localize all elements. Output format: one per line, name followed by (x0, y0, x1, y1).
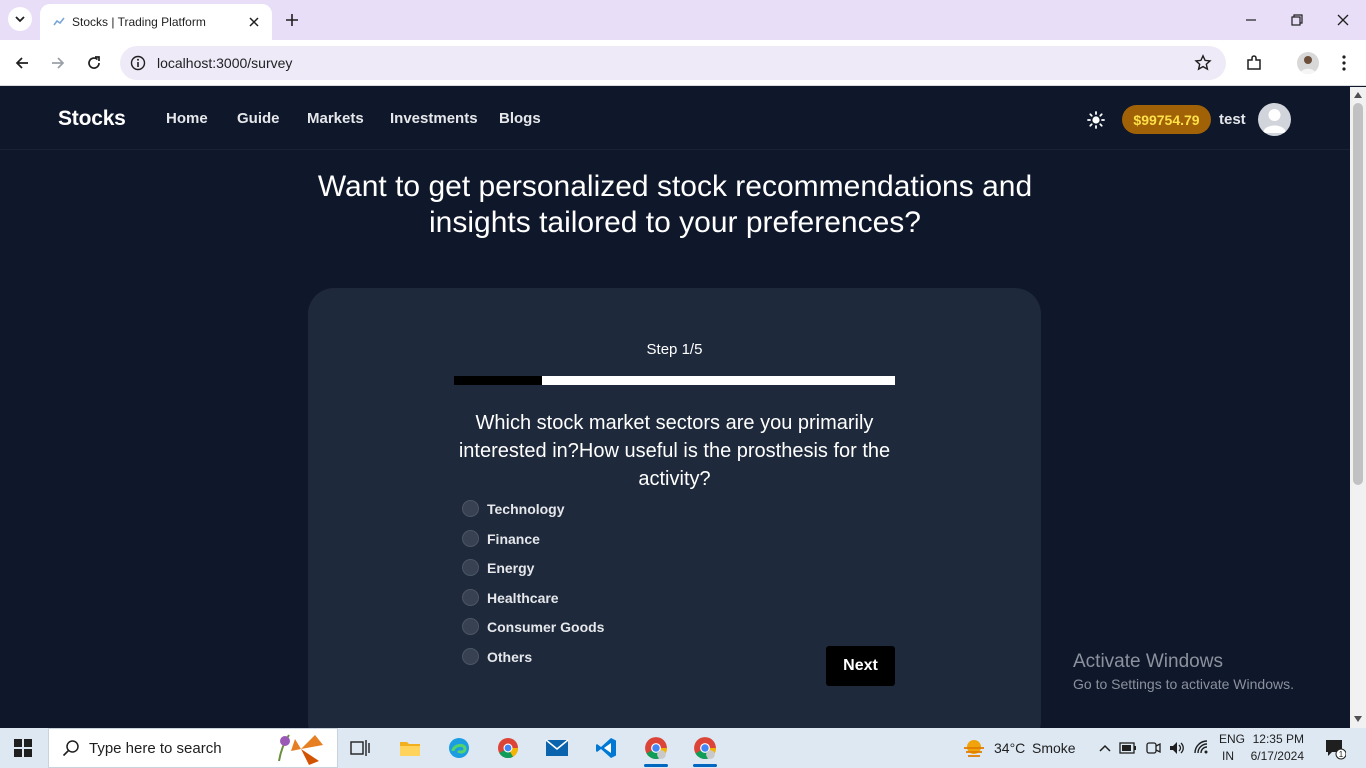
step-indicator: Step 1/5 (646, 341, 703, 358)
radio-button[interactable] (462, 530, 479, 547)
option-healthcare[interactable]: Healthcare (462, 589, 559, 606)
clock-date: 6/17/2024 (1250, 749, 1304, 763)
option-energy[interactable]: Energy (462, 559, 534, 576)
option-finance[interactable]: Finance (462, 530, 540, 547)
radio-button[interactable] (462, 500, 479, 517)
tab-title: Stocks | Trading Platform (72, 15, 206, 29)
input-language-indicator[interactable]: ENG IN (1219, 731, 1245, 765)
option-label: Others (487, 648, 533, 665)
balance-badge: $99754.79 (1122, 105, 1211, 134)
radio-button[interactable] (462, 618, 479, 635)
notification-center-icon[interactable]: 1 (1324, 738, 1347, 760)
close-tab-icon[interactable] (246, 14, 262, 30)
scroll-up-arrow-icon[interactable] (1354, 91, 1362, 99)
scroll-down-arrow-icon[interactable] (1354, 715, 1362, 723)
windows-start-icon[interactable] (14, 739, 32, 757)
survey-question: Which stock market sectors are you prima… (458, 412, 891, 490)
site-navbar: Stocks Home Guide Markets Investments Bl… (0, 87, 1350, 150)
page-scrollbar[interactable] (1350, 87, 1366, 728)
browser-tab-active[interactable]: Stocks | Trading Platform (40, 4, 272, 40)
system-clock[interactable]: 12:35 PM 6/17/2024 (1244, 731, 1304, 765)
meet-now-icon[interactable] (1144, 739, 1162, 757)
progress-bar (454, 376, 895, 385)
nav-link-markets[interactable]: Markets (307, 110, 364, 127)
radio-button[interactable] (462, 648, 479, 665)
option-consumer-goods[interactable]: Consumer Goods (462, 618, 604, 635)
language-code: ENG (1219, 732, 1246, 746)
volume-icon[interactable] (1168, 739, 1186, 757)
username-label[interactable]: test (1219, 111, 1246, 128)
vscode-icon[interactable] (586, 732, 626, 764)
app-favicon-icon (53, 17, 65, 26)
browser-tab-strip: Stocks | Trading Platform (0, 0, 1366, 40)
user-avatar-icon[interactable] (1258, 103, 1291, 136)
butterfly-search-highlight-icon (278, 734, 323, 765)
chrome-icon[interactable] (488, 732, 528, 764)
watermark-subtitle: Go to Settings to activate Windows. (1073, 676, 1294, 692)
option-label: Healthcare (487, 589, 559, 606)
address-bar[interactable]: localhost:3000/survey (120, 46, 1226, 80)
survey-card: Step 1/5 Which stock market sectors are … (308, 288, 1041, 728)
url-text: localhost:3000/survey (157, 55, 293, 71)
taskbar-search-box[interactable]: Type here to search (48, 728, 338, 768)
windows-taskbar: Type here to search 34°C Smoke ENG IN 12… (0, 728, 1366, 768)
region-code: IN (1222, 749, 1234, 763)
search-placeholder: Type here to search (89, 739, 222, 757)
forward-arrow-icon[interactable] (46, 51, 70, 75)
weather-temperature[interactable]: 34°C (994, 740, 1025, 756)
activate-windows-watermark: Activate Windows Go to Settings to activ… (1073, 651, 1294, 692)
edge-browser-icon[interactable] (439, 732, 479, 764)
page-title: Want to get personalized stock recommend… (317, 170, 1033, 239)
weather-haze-icon[interactable] (962, 739, 986, 757)
option-others[interactable]: Others (462, 648, 532, 665)
option-label: Finance (487, 530, 540, 547)
browser-menu-icon[interactable] (1332, 51, 1356, 75)
reload-icon[interactable] (82, 51, 106, 75)
brand-logo[interactable]: Stocks (58, 107, 126, 131)
nav-link-blogs[interactable]: Blogs (499, 110, 541, 127)
site-info-icon[interactable] (128, 53, 148, 73)
nav-link-home[interactable]: Home (166, 110, 208, 127)
bookmark-star-icon[interactable] (1192, 52, 1214, 74)
battery-icon[interactable] (1119, 739, 1137, 757)
back-arrow-icon[interactable] (10, 51, 34, 75)
search-icon (61, 738, 81, 758)
browser-profile-avatar[interactable] (1297, 52, 1319, 74)
radio-button[interactable] (462, 559, 479, 576)
page-viewport: Stocks Home Guide Markets Investments Bl… (0, 87, 1350, 728)
mail-icon[interactable] (537, 732, 577, 764)
minimize-window-icon[interactable] (1228, 0, 1274, 40)
show-hidden-icons-chevron-icon[interactable] (1096, 739, 1114, 757)
nav-link-investments[interactable]: Investments (390, 110, 478, 127)
browser-toolbar: localhost:3000/survey (0, 40, 1366, 86)
option-technology[interactable]: Technology (462, 500, 565, 517)
weather-condition[interactable]: Smoke (1032, 740, 1076, 756)
extensions-puzzle-icon[interactable] (1242, 51, 1266, 75)
tab-search-dropdown-icon[interactable] (8, 7, 32, 31)
file-explorer-icon[interactable] (390, 732, 430, 764)
clock-time: 12:35 PM (1252, 732, 1304, 746)
watermark-title: Activate Windows (1073, 651, 1223, 672)
option-label: Consumer Goods (487, 618, 605, 635)
option-label: Technology (487, 500, 565, 517)
next-button[interactable]: Next (826, 646, 895, 686)
nav-link-guide[interactable]: Guide (237, 110, 280, 127)
task-view-icon[interactable] (340, 732, 380, 764)
new-tab-icon[interactable] (282, 10, 302, 30)
chrome-window-2-icon[interactable] (685, 732, 725, 767)
radio-button[interactable] (462, 589, 479, 606)
progress-bar-fill (454, 376, 543, 385)
notification-count: 1 (1339, 750, 1344, 759)
sun-icon[interactable] (1085, 109, 1107, 131)
restore-window-icon[interactable] (1274, 0, 1320, 40)
chrome-window-1-icon[interactable] (636, 732, 676, 767)
close-window-icon[interactable] (1320, 0, 1366, 40)
scrollbar-thumb[interactable] (1353, 103, 1363, 485)
wifi-icon[interactable] (1193, 739, 1211, 757)
option-label: Energy (487, 559, 535, 576)
